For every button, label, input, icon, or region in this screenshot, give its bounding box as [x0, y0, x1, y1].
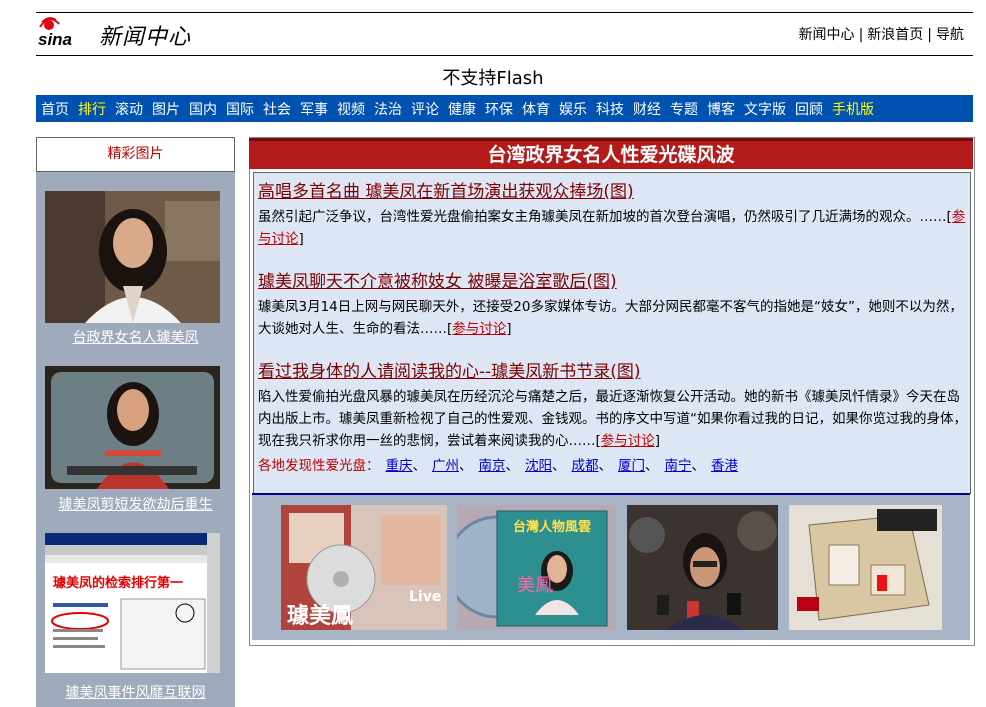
- article-1-title[interactable]: 高唱多首名曲 璩美凤在新首场演出获观众捧场(图): [258, 182, 968, 202]
- nav-item-13[interactable]: 体育: [517, 99, 554, 119]
- header-rule: [36, 55, 973, 56]
- topic-title: 台湾政界女名人性爱光碟风波: [249, 138, 973, 169]
- article-2-title[interactable]: 璩美凤聊天不介意被称妓女 被曝是浴室歌后(图): [258, 272, 968, 292]
- nav-item-4[interactable]: 国内: [184, 99, 221, 119]
- nav-item-10[interactable]: 评论: [406, 99, 443, 119]
- nav-item-5[interactable]: 国际: [221, 99, 258, 119]
- sina-logo-icon[interactable]: sina: [37, 15, 97, 47]
- city-link-1[interactable]: 广州: [432, 458, 459, 474]
- sidebar: 精彩图片 台政界女名人璩美凤 璩美凤剪短发欲劫后重生 璩美凤的检索排行第一 璩美…: [36, 137, 235, 707]
- nav-item-16[interactable]: 财经: [628, 99, 665, 119]
- city-link-3[interactable]: 沈阳: [525, 458, 552, 474]
- sidebar-picture-1[interactable]: [45, 191, 220, 323]
- city-link-0[interactable]: 重庆: [386, 458, 413, 474]
- nav-item-18[interactable]: 博客: [702, 99, 739, 119]
- separator: |: [927, 27, 932, 43]
- city-link-5[interactable]: 厦门: [618, 458, 645, 474]
- sidebar-heading: 精彩图片: [36, 137, 235, 172]
- city-separator: 、: [691, 458, 706, 474]
- nav-item-21[interactable]: 手机版: [827, 99, 878, 119]
- nav-item-11[interactable]: 健康: [443, 99, 480, 119]
- site-title: 新闻中心: [99, 25, 192, 50]
- flash-notice: 不支持Flash: [442, 68, 544, 89]
- nav-item-7[interactable]: 军事: [295, 99, 332, 119]
- nav-item-17[interactable]: 专题: [665, 99, 702, 119]
- city-separator: 、: [645, 458, 659, 474]
- nav-item-8[interactable]: 视频: [332, 99, 369, 119]
- nav-item-15[interactable]: 科技: [591, 99, 628, 119]
- nav-item-0[interactable]: 首页: [36, 99, 73, 119]
- photo-room-diagram[interactable]: [789, 505, 942, 630]
- top-links: 新闻中心 | 新浪首页 | 导航: [799, 24, 964, 44]
- nav-item-19[interactable]: 文字版: [739, 99, 790, 119]
- sidebar-picture-3-overlay: 璩美凤的检索排行第一: [53, 575, 183, 591]
- photo-vcd-name: 美鳳: [517, 575, 553, 596]
- article-2: 璩美凤聊天不介意被称妓女 被曝是浴室歌后(图) 璩美凤3月14日上网与网民聊天外…: [258, 272, 968, 340]
- city-links: 各地发现性爱光盘： 重庆、 广州、 南京、 沈阳、 成都、 厦门、 南宁、 香港: [258, 454, 738, 474]
- photo-press-crowd[interactable]: [627, 505, 778, 630]
- city-separator: 、: [459, 458, 473, 474]
- article-3-body: 陷入性爱偷拍光盘风暴的璩美凤在历经沉沦与痛楚之后，最近逐渐恢复公开活动。她的新书…: [258, 389, 967, 449]
- photo-vcd-cover[interactable]: 台灣人物風雲 美鳳: [457, 505, 616, 630]
- article-3-title[interactable]: 看过我身体的人请阅读我的心--璩美凤新书节录(图): [258, 362, 968, 382]
- top-link-navigation[interactable]: 导航: [936, 27, 964, 43]
- article-3-discuss-link[interactable]: 参与讨论: [601, 433, 655, 449]
- sidebar-picture-3[interactable]: 璩美凤的检索排行第一: [45, 533, 220, 673]
- photo-vcd-title: 台灣人物風雲: [513, 519, 591, 535]
- logo-text: sina: [38, 30, 72, 47]
- article-2-discuss-link[interactable]: 参与讨论: [452, 321, 506, 337]
- nav-item-20[interactable]: 回顾: [790, 99, 827, 119]
- nav-item-9[interactable]: 法治: [369, 99, 406, 119]
- city-separator: 、: [505, 458, 520, 474]
- top-rule: [36, 12, 973, 13]
- nav-item-12[interactable]: 环保: [480, 99, 517, 119]
- main-nav: 首页 排行 滚动 图片 国内 国际 社会 军事 视频 法治 评论 健康 环保 体育 娱乐 科技 财经 专题 博客 文字…: [36, 95, 973, 122]
- sidebar-caption-3[interactable]: 璩美凤事件风靡互联网: [36, 682, 235, 702]
- top-link-news-center[interactable]: 新闻中心: [799, 27, 855, 43]
- article-3: 看过我身体的人请阅读我的心--璩美凤新书节录(图) 陷入性爱偷拍光盘风暴的璩美凤…: [258, 362, 968, 452]
- nav-item-3[interactable]: 图片: [147, 99, 184, 119]
- photo-magazine-text: 璩美鳳: [287, 603, 353, 629]
- city-link-7[interactable]: 香港: [711, 458, 738, 474]
- photo-magazine[interactable]: 璩美鳳 Live: [281, 505, 447, 630]
- article-1-text: 虽然引起广泛争议，台湾性爱光盘偷拍案女主角璩美凤在新加坡的首次登台演唱，仍然吸引…: [258, 209, 947, 225]
- article-2-text: 璩美凤3月14日上网与网民聊天外，还接受20多家媒体专访。大部分网民都毫不客气的…: [258, 299, 963, 337]
- city-link-6[interactable]: 南宁: [665, 458, 692, 474]
- top-link-sina-home[interactable]: 新浪首页: [867, 27, 923, 43]
- sidebar-picture-2[interactable]: [45, 366, 220, 489]
- nav-item-2[interactable]: 滚动: [110, 99, 147, 119]
- svg-text:Live: Live: [409, 589, 441, 605]
- nav-item-1[interactable]: 排行: [73, 99, 110, 119]
- sidebar-caption-2[interactable]: 璩美凤剪短发欲劫后重生: [36, 494, 235, 514]
- article-1: 高唱多首名曲 璩美凤在新首场演出获观众捧场(图) 虽然引起广泛争议，台湾性爱光盘…: [258, 182, 968, 250]
- sidebar-caption-1[interactable]: 台政界女名人璩美凤: [36, 327, 235, 347]
- article-2-body: 璩美凤3月14日上网与网民聊天外，还接受20多家媒体专访。大部分网民都毫不客气的…: [258, 299, 963, 337]
- article-1-body: 虽然引起广泛争议，台湾性爱光盘偷拍案女主角璩美凤在新加坡的首次登台演唱，仍然吸引…: [258, 209, 966, 247]
- nav-item-14[interactable]: 娱乐: [554, 99, 591, 119]
- separator: |: [858, 27, 864, 43]
- city-links-label: 各地发现性爱光盘：: [258, 458, 380, 474]
- city-link-4[interactable]: 成都: [572, 458, 599, 474]
- city-separator: 、: [552, 458, 566, 474]
- city-separator: 、: [598, 458, 613, 474]
- nav-item-6[interactable]: 社会: [258, 99, 295, 119]
- city-link-2[interactable]: 南京: [479, 458, 506, 474]
- city-separator: 、: [412, 458, 427, 474]
